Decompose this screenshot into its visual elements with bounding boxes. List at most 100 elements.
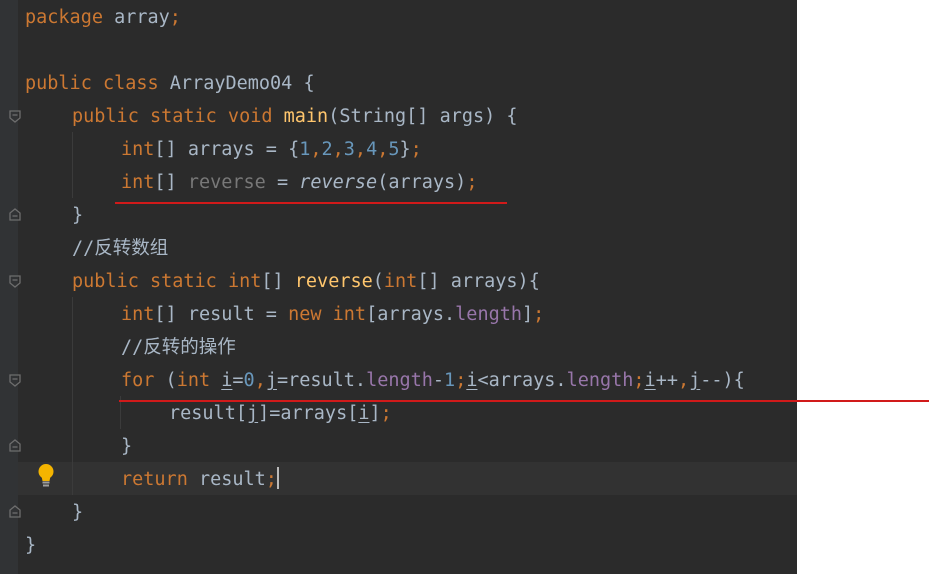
code-line-4: public static void main(String[] args) { [72,100,518,133]
number: 1 [444,370,456,391]
code-text: [] arrays){ [417,271,540,292]
keyword: int [176,370,211,391]
comment-slashes: // [121,337,144,358]
keyword: int [121,304,155,325]
fold-marker-icon[interactable] [9,208,21,221]
keyword: int [227,271,262,292]
code-line-11: //反转的操作 [121,331,236,364]
code-line-17: } [25,529,36,562]
code-text: =result. [276,370,367,391]
static-method-call: reverse [299,172,378,193]
annotation-underline [119,400,929,402]
comment-text: 反转的操作 [143,337,236,358]
method-name: reverse [294,271,373,292]
code-text: ++ [655,370,678,391]
code-text: [] arrays = { [154,139,300,160]
semicolon: ; [265,469,277,490]
package-name: array [102,7,170,28]
fold-marker-icon[interactable] [9,374,21,387]
semicolon: ; [455,370,467,391]
fold-marker-icon[interactable] [9,439,21,452]
comment-slashes: // [72,238,95,259]
code-text: [] [154,172,188,193]
comma: , [377,139,389,160]
code-text: } [399,139,411,160]
variable: i [221,370,233,391]
keyword: int [383,271,418,292]
comma: , [310,139,322,160]
variable: j [246,403,259,424]
keyword: package [25,7,103,28]
code-line-3: public class ArrayDemo04 { [25,67,315,100]
code-line-7: } [72,199,83,232]
fold-marker-icon[interactable] [9,275,21,288]
semicolon: ; [533,304,545,325]
code-text: ] [522,304,534,325]
closing-brace: } [72,502,84,523]
annotation-underline [115,202,507,204]
keyword: public static void [72,106,273,127]
code-line-15: return result; [121,463,279,496]
field: length [566,370,634,391]
semicolon: ; [633,370,645,391]
unused-variable: reverse [187,172,266,193]
class-name: ArrayDemo04 { [158,73,315,94]
code-line-12: for (int i=0,j=result.length-1;i<arrays.… [121,364,745,397]
closing-brace: } [121,436,133,457]
method-params: (String[] args) { [328,106,518,127]
code-line-5: int[] arrays = {1,2,3,4,5}; [121,133,422,166]
code-text: = [232,370,244,391]
closing-brace: } [72,205,84,226]
code-line-9: public static int[] reverse(int[] arrays… [72,265,540,298]
semicolon: ; [169,7,181,28]
indent-guide [72,297,73,495]
fold-marker-icon[interactable] [9,110,21,123]
keyword: public static [72,271,217,292]
variable: i [358,403,370,424]
variable: j [265,370,277,391]
text-caret [276,467,279,489]
number: 1 [299,139,311,160]
code-line-8: //反转数组 [72,232,168,265]
keyword: return [121,469,188,490]
semicolon: ; [410,139,422,160]
code-text: <arrays. [477,370,567,391]
closing-brace: } [25,535,37,556]
variable: i [644,370,656,391]
method-name: main [283,106,329,127]
keyword: new [288,304,322,325]
comma: , [354,139,367,160]
keyword: for [121,370,155,391]
semicolon: ; [380,403,392,424]
keyword: int [332,304,367,325]
code-text: [] [261,271,295,292]
code-text: result [187,469,266,490]
lightbulb-icon[interactable] [36,463,56,489]
fold-marker-icon[interactable] [9,505,21,518]
code-text: = [265,172,300,193]
keyword: int [121,139,155,160]
code-text: [arrays. [366,304,456,325]
variable: i [466,370,478,391]
indent-guide [72,132,73,198]
number: 5 [388,139,400,160]
semicolon: ; [466,172,478,193]
variable: j [689,370,701,391]
code-line-10: int[] result = new int[arrays.length]; [121,298,544,331]
code-text: - [432,370,445,391]
comment-text: 反转数组 [94,238,169,259]
code-text: ( [154,370,177,391]
code-text: [] result = [154,304,289,325]
number: 3 [343,139,355,160]
comma: , [332,139,344,160]
code-text: (arrays) [377,172,467,193]
keyword: public class [25,73,159,94]
code-line-16: } [72,496,83,529]
comma: , [677,370,690,391]
code-text: --){ [700,370,745,391]
field: length [366,370,433,391]
code-editor[interactable]: package array; public class ArrayDemo04 … [0,0,797,574]
code-text: ]=arrays[ [258,403,359,424]
